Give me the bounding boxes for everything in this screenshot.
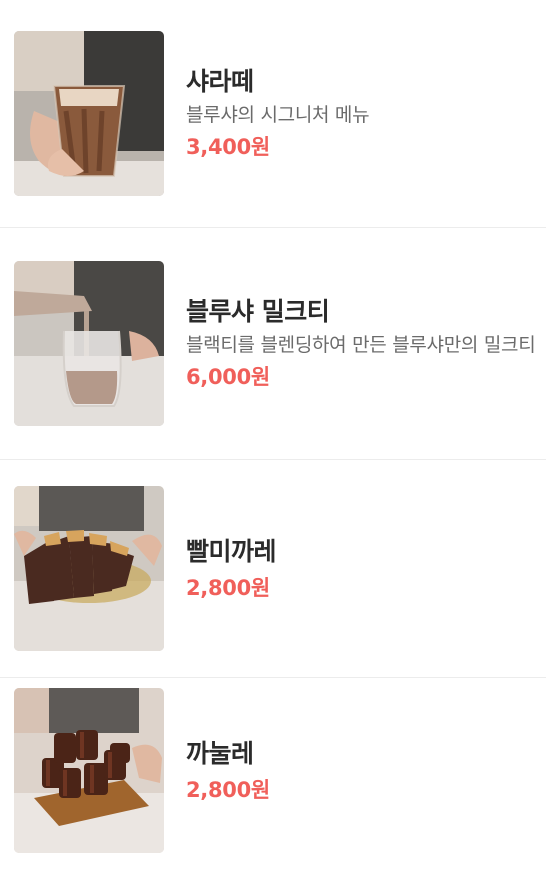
- item-description: 블랙티를 블렌딩하여 만든 블루샤만의 밀크티: [186, 334, 536, 356]
- item-price: 6,000원: [186, 365, 270, 389]
- item-price: 3,400원: [186, 135, 270, 159]
- item-name: 까눌레: [186, 738, 254, 768]
- item-name: 빨미까레: [186, 536, 277, 566]
- milk-tea-image: [14, 261, 164, 426]
- latte-glass-photo[interactable]: [14, 31, 164, 196]
- canele-image: [14, 688, 164, 853]
- item-description: 블루샤의 시그니처 메뉴: [186, 104, 370, 126]
- canele-board-photo[interactable]: [14, 688, 164, 853]
- latte-glass-image: [14, 31, 164, 196]
- item-price: 2,800원: [186, 575, 270, 600]
- item-price: 2,800원: [186, 777, 270, 802]
- item-info: 샤라떼 블루샤의 시그니처 메뉴 3,400원: [186, 65, 536, 162]
- item-info: 블루샤 밀크티 블랙티를 블렌딩하여 만든 블루샤만의 밀크티 6,000원: [186, 295, 536, 392]
- menu-item-canele[interactable]: 까눌레 2,800원: [0, 678, 546, 877]
- menu-item-bluesha-milk-tea[interactable]: 블루샤 밀크티 블랙티를 블렌딩하여 만든 블루샤만의 밀크티 6,000원: [0, 228, 546, 460]
- item-name: 블루샤 밀크티: [186, 297, 330, 326]
- palmier-plate-photo[interactable]: [14, 486, 164, 651]
- item-info: 빨미까레 2,800원: [186, 535, 536, 603]
- menu-list: 샤라떼 블루샤의 시그니처 메뉴 3,400원 블루샤 밀크티 블랙티를 블렌딩…: [0, 0, 546, 877]
- palmier-image: [14, 486, 164, 651]
- item-info: 까눌레 2,800원: [186, 737, 536, 805]
- menu-item-sharatte[interactable]: 샤라떼 블루샤의 시그니처 메뉴 3,400원: [0, 0, 546, 228]
- milk-tea-pour-photo[interactable]: [14, 261, 164, 426]
- item-name: 샤라떼: [186, 67, 254, 96]
- menu-item-palmier[interactable]: 빨미까레 2,800원: [0, 460, 546, 678]
